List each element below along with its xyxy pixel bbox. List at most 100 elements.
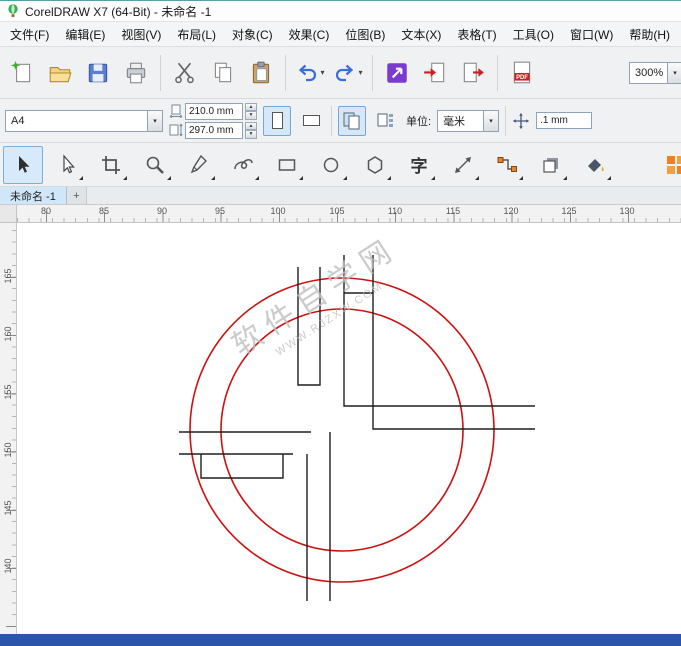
units-label: 单位: bbox=[406, 115, 432, 128]
spin-up-icon[interactable]: ▲ bbox=[245, 102, 257, 111]
nudge-value: .1 mm bbox=[540, 115, 568, 126]
undo-button[interactable]: ▾ bbox=[292, 52, 328, 94]
magnifier-icon bbox=[146, 156, 164, 174]
units-select[interactable]: 毫米 ▾ bbox=[437, 109, 500, 132]
text-tool[interactable]: 字 bbox=[399, 146, 439, 184]
dimension-tool[interactable] bbox=[443, 146, 483, 184]
export-button[interactable] bbox=[455, 52, 491, 94]
window-title: CorelDRAW X7 (64-Bit) - 未命名 -1 bbox=[25, 4, 212, 19]
import-button[interactable] bbox=[417, 52, 453, 94]
color-grid-tool[interactable] bbox=[656, 146, 681, 184]
nudge-arrows-icon bbox=[512, 112, 530, 129]
spin-up-icon[interactable]: ▲ bbox=[245, 121, 257, 130]
ellipse-tool[interactable] bbox=[311, 146, 351, 184]
status-bar bbox=[0, 634, 681, 646]
new-document-icon bbox=[10, 60, 31, 82]
app-launcher-button[interactable] bbox=[379, 52, 415, 94]
export-icon bbox=[463, 62, 484, 82]
menu-item-table[interactable]: 表格(T) bbox=[449, 22, 504, 47]
menu-item-bitmaps[interactable]: 位图(B) bbox=[337, 22, 393, 47]
shape-tool[interactable] bbox=[47, 146, 87, 184]
menu-item-file[interactable]: 文件(F) bbox=[2, 22, 57, 47]
pick-cursor-icon bbox=[19, 155, 30, 173]
v-ruler-label: 140 bbox=[3, 558, 13, 574]
canvas[interactable]: 软件自学网 WWW.RJZXW.COM bbox=[17, 223, 681, 634]
landscape-button[interactable] bbox=[297, 106, 325, 136]
ruler-origin[interactable] bbox=[0, 205, 17, 223]
standard-toolbar: ▾ ▾ PDF 300% ▾ bbox=[0, 47, 681, 99]
page-size-select[interactable]: A4 ▾ bbox=[5, 109, 163, 132]
cut-button[interactable] bbox=[167, 52, 203, 94]
paste-button[interactable] bbox=[243, 52, 279, 94]
menu-item-edit[interactable]: 编辑(E) bbox=[57, 22, 113, 47]
portrait-button[interactable] bbox=[263, 105, 291, 136]
h-ruler-label: 85 bbox=[98, 206, 110, 216]
new-tab-button[interactable]: + bbox=[66, 187, 87, 204]
chevron-down-icon[interactable]: ▾ bbox=[320, 68, 324, 77]
page-height-field[interactable]: 297.0 mm bbox=[185, 121, 243, 139]
import-icon bbox=[424, 62, 445, 82]
h-ruler-label: 80 bbox=[40, 206, 52, 216]
menu-item-view[interactable]: 视图(V) bbox=[113, 22, 169, 47]
drop-shadow-tool[interactable] bbox=[531, 146, 571, 184]
open-button[interactable] bbox=[42, 52, 78, 94]
pages-icon bbox=[343, 112, 360, 129]
redo-button[interactable]: ▾ bbox=[330, 52, 366, 94]
smart-fill-tool[interactable] bbox=[575, 146, 615, 184]
page-grid-icon bbox=[377, 113, 393, 127]
horizontal-ruler[interactable]: 80 85 90 95 100 105 110 115 120 125 130 bbox=[17, 205, 681, 223]
titlebar: CorelDRAW X7 (64-Bit) - 未命名 -1 bbox=[0, 1, 681, 22]
svg-text:PDF: PDF bbox=[516, 74, 528, 80]
spin-down-icon[interactable]: ▼ bbox=[245, 111, 257, 120]
pick-tool[interactable] bbox=[3, 145, 43, 184]
all-pages-button[interactable] bbox=[338, 105, 366, 136]
polygon-tool[interactable] bbox=[355, 146, 395, 184]
page-width-field[interactable]: 210.0 mm bbox=[185, 102, 243, 120]
menu-item-help[interactable]: 帮助(H) bbox=[621, 22, 678, 47]
v-ruler-label: 160 bbox=[3, 326, 13, 342]
save-icon bbox=[88, 63, 108, 82]
coreldraw-window: CorelDRAW X7 (64-Bit) - 未命名 -1 文件(F) 编辑(… bbox=[0, 0, 681, 646]
publish-pdf-button[interactable]: PDF bbox=[504, 52, 540, 94]
vertical-ruler[interactable]: 165 160 155 150 145 140 bbox=[0, 223, 17, 634]
chevron-down-icon[interactable]: ▾ bbox=[358, 68, 362, 77]
h-ruler-label: 125 bbox=[561, 206, 577, 216]
chevron-down-icon: ▾ bbox=[483, 110, 499, 131]
freehand-tool[interactable] bbox=[179, 146, 219, 184]
artistic-media-tool[interactable] bbox=[223, 146, 263, 184]
document-tab[interactable]: 未命名 -1 bbox=[0, 187, 67, 204]
separator bbox=[505, 105, 507, 136]
crop-tool[interactable] bbox=[91, 146, 131, 184]
v-ruler-label: 150 bbox=[3, 442, 13, 458]
menu-item-text[interactable]: 文本(X) bbox=[393, 22, 449, 47]
separator bbox=[497, 54, 498, 91]
document-tab-label: 未命名 -1 bbox=[10, 190, 56, 203]
menu-item-window[interactable]: 窗口(W) bbox=[562, 22, 621, 47]
h-ruler-label: 100 bbox=[270, 206, 286, 216]
page-width-stepper: ▲ ▼ bbox=[245, 102, 257, 120]
spin-down-icon[interactable]: ▼ bbox=[245, 130, 257, 139]
nudge-field[interactable]: .1 mm bbox=[536, 112, 593, 129]
toolbox: 字 bbox=[0, 143, 681, 187]
undo-icon bbox=[299, 64, 317, 81]
connector-tool[interactable] bbox=[487, 146, 527, 184]
page-width-row: 210.0 mm ▲ ▼ bbox=[169, 102, 257, 120]
rectangle-tool[interactable] bbox=[267, 146, 307, 184]
menu-item-layout[interactable]: 布局(L) bbox=[169, 22, 224, 47]
h-ruler-label: 110 bbox=[387, 206, 403, 216]
current-page-button[interactable] bbox=[372, 106, 400, 136]
zoom-tool[interactable] bbox=[135, 146, 175, 184]
save-button[interactable] bbox=[80, 52, 116, 94]
menu-item-effects[interactable]: 效果(C) bbox=[281, 22, 338, 47]
print-button[interactable] bbox=[118, 52, 154, 94]
new-document-button[interactable] bbox=[4, 52, 40, 94]
menu-item-object[interactable]: 对象(C) bbox=[224, 22, 281, 47]
copy-button[interactable] bbox=[205, 52, 241, 94]
menu-bar: 文件(F) 编辑(E) 视图(V) 布局(L) 对象(C) 效果(C) 位图(B… bbox=[0, 22, 681, 47]
page-width-icon bbox=[169, 104, 183, 119]
zoom-level-select[interactable]: 300% ▾ bbox=[629, 61, 681, 84]
menu-item-tools[interactable]: 工具(O) bbox=[505, 22, 562, 47]
v-ruler-label: 155 bbox=[3, 384, 13, 400]
v-ruler-label: 165 bbox=[3, 268, 13, 284]
page-height-icon bbox=[169, 123, 183, 137]
